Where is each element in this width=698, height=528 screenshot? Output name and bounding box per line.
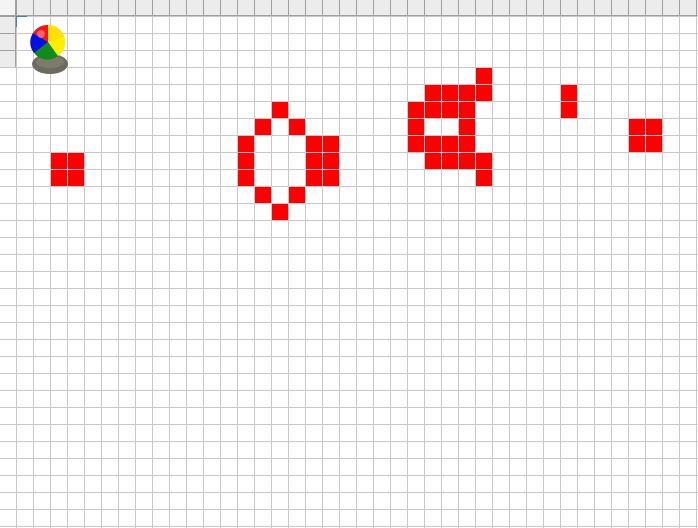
live-cell[interactable] xyxy=(425,136,441,152)
live-cell[interactable] xyxy=(306,136,322,152)
live-cell[interactable] xyxy=(51,170,67,186)
live-cell[interactable] xyxy=(459,102,475,118)
life-grid-board[interactable] xyxy=(0,0,698,528)
live-cell[interactable] xyxy=(408,119,424,135)
live-cell[interactable] xyxy=(51,153,67,169)
live-cell[interactable] xyxy=(646,119,662,135)
live-cell[interactable] xyxy=(238,153,254,169)
live-cell[interactable] xyxy=(238,136,254,152)
live-cell[interactable] xyxy=(442,85,458,101)
beach-ball-icon xyxy=(30,24,68,74)
cell-focus-marker xyxy=(16,16,27,27)
live-cell[interactable] xyxy=(459,136,475,152)
live-cell[interactable] xyxy=(459,119,475,135)
live-cell[interactable] xyxy=(459,85,475,101)
live-cell[interactable] xyxy=(476,153,492,169)
live-cell[interactable] xyxy=(255,119,271,135)
live-cell[interactable] xyxy=(425,85,441,101)
live-cell[interactable] xyxy=(476,170,492,186)
live-cell[interactable] xyxy=(323,170,339,186)
live-cell[interactable] xyxy=(442,153,458,169)
live-cell[interactable] xyxy=(68,153,84,169)
grid-corner-button[interactable] xyxy=(0,0,16,16)
live-cell[interactable] xyxy=(68,170,84,186)
live-cell[interactable] xyxy=(323,153,339,169)
live-cell[interactable] xyxy=(408,102,424,118)
live-cell[interactable] xyxy=(255,187,271,203)
live-cell[interactable] xyxy=(289,119,305,135)
live-cell[interactable] xyxy=(238,170,254,186)
live-cell[interactable] xyxy=(476,68,492,84)
live-cell[interactable] xyxy=(272,102,288,118)
live-cell[interactable] xyxy=(272,204,288,220)
live-cell[interactable] xyxy=(561,102,577,118)
live-cell[interactable] xyxy=(289,187,305,203)
live-cell[interactable] xyxy=(442,102,458,118)
live-cell[interactable] xyxy=(425,153,441,169)
live-cell[interactable] xyxy=(561,85,577,101)
live-cell[interactable] xyxy=(408,136,424,152)
column-header-bar xyxy=(0,0,698,16)
live-cell[interactable] xyxy=(629,136,645,152)
live-cell[interactable] xyxy=(306,153,322,169)
live-cell[interactable] xyxy=(425,102,441,118)
live-cell[interactable] xyxy=(476,85,492,101)
live-cell[interactable] xyxy=(629,119,645,135)
live-cell[interactable] xyxy=(306,170,322,186)
live-cell[interactable] xyxy=(323,136,339,152)
live-cell[interactable] xyxy=(442,136,458,152)
live-cell[interactable] xyxy=(459,153,475,169)
live-cell[interactable] xyxy=(646,136,662,152)
